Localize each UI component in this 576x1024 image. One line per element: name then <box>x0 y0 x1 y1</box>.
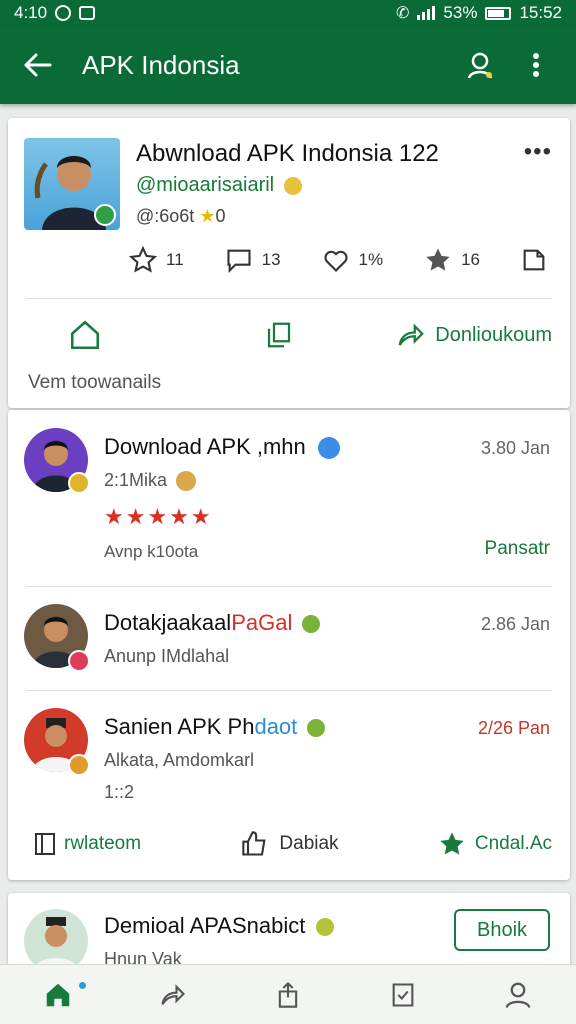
nav-home[interactable] <box>28 970 88 1020</box>
battery-icon <box>485 6 512 20</box>
profile-icon[interactable] <box>458 43 502 87</box>
list-item-title[interactable]: Download APK ,mhn <box>104 434 340 460</box>
verified-icon <box>317 437 340 460</box>
app-title: APK Indonsia <box>82 49 240 80</box>
nav-tasks[interactable] <box>373 970 433 1020</box>
more-options-icon[interactable]: ••• <box>524 138 552 166</box>
status-badge <box>68 650 90 672</box>
emoji-icon <box>176 471 197 492</box>
nav-upload[interactable] <box>258 970 318 1020</box>
view-all-link[interactable]: Vem toowanails <box>28 372 161 394</box>
follow-button[interactable]: Bhoik <box>454 909 550 951</box>
status-time-right: 15:52 <box>519 3 562 22</box>
emoji-icon <box>283 176 302 195</box>
app-header-card: Abwnload APK Indonsia 122 @mioaarisaiari… <box>8 118 570 408</box>
list-item-time: 2.86 Jan <box>480 614 550 634</box>
list-item-subtitle: Anunp IMdlahal <box>104 646 230 666</box>
upload-icon <box>278 981 298 1008</box>
list-item-title[interactable]: DotakjaakaalPaGal <box>104 610 321 636</box>
action-row: Donlioukoum <box>68 318 552 352</box>
share-arrow-icon <box>161 983 185 1005</box>
verified-badge-icon <box>94 204 116 226</box>
stats-row: 11 13 1% 16 <box>128 246 548 274</box>
list-item-time: 2/26 Pan <box>477 718 550 738</box>
rwlateom-button[interactable]: rwlateom <box>34 832 141 856</box>
list-item-extra: Avnp k10ota <box>104 542 199 561</box>
list-item-extra: 1::2 <box>104 782 135 802</box>
star-filled-icon <box>440 832 464 855</box>
back-arrow-icon[interactable] <box>18 45 58 85</box>
share-icon <box>523 249 545 271</box>
status-badge <box>68 472 90 494</box>
divider <box>26 298 552 299</box>
divider <box>26 690 552 691</box>
status-badge <box>68 754 90 776</box>
app-bar: APK Indonsia <box>0 26 576 104</box>
profile-icon <box>505 982 531 1008</box>
stat-stars[interactable]: 11 <box>128 246 184 274</box>
like-outline-icon <box>242 831 266 856</box>
star-filled-icon <box>426 248 450 271</box>
stat-share[interactable] <box>520 246 548 274</box>
list-actions-row: rwlateom Dabiak Cndal.Ac <box>34 830 552 858</box>
home-icon <box>46 983 69 1006</box>
app-handle: @mioaarisaiaril <box>136 174 302 197</box>
share-arrow-icon <box>398 323 425 346</box>
bottom-navigation <box>0 964 576 1024</box>
vibrate-icon: ✆ <box>396 5 410 22</box>
checklist-icon <box>392 982 414 1007</box>
emoji-icon <box>315 918 334 937</box>
download-action-button[interactable]: Donlioukoum <box>395 320 552 350</box>
divider <box>26 586 552 587</box>
home-action-button[interactable] <box>68 318 102 352</box>
app-meta: @:6o6t ★0 <box>136 206 226 226</box>
stat-favorites[interactable]: 16 <box>423 246 480 274</box>
copy-icon <box>267 322 290 348</box>
list-item-title[interactable]: Demioal APASnabict <box>104 913 334 939</box>
list-item-subtitle: Alkata, Amdomkarl <box>104 750 255 770</box>
emoji-icon <box>302 615 321 634</box>
list-item-title[interactable]: Sanien APK Phdaot <box>104 714 326 740</box>
nav-profile[interactable] <box>488 970 548 1020</box>
nav-share[interactable] <box>143 970 203 1020</box>
status-bar: 4:10 ✆ 53% 15:52 <box>0 0 576 26</box>
dabiak-button[interactable]: Dabiak <box>239 830 339 858</box>
signal-icon <box>417 6 436 20</box>
status-time-left: 4:10 <box>14 3 48 22</box>
emoji-icon <box>307 719 326 738</box>
list-card: Download APK ,mhn 3.80 Jan 2:1Mika ★★★★★… <box>8 410 570 880</box>
heart-outline-icon <box>323 250 348 272</box>
overflow-menu-icon[interactable] <box>514 43 558 87</box>
star-outline-icon <box>128 246 158 273</box>
comment-icon <box>227 249 251 274</box>
app-title-heading: Abwnload APK Indonsia 122 <box>136 140 439 167</box>
stat-likes[interactable]: 1% <box>321 246 383 274</box>
notification-icon <box>55 5 72 21</box>
star-icon: ★ <box>199 206 216 226</box>
app-notification-icon <box>79 6 96 20</box>
list-item-time: 3.80 Jan <box>480 438 550 458</box>
rating-stars: ★★★★★ <box>104 504 213 529</box>
list-item-subtitle: 2:1Mika <box>104 470 197 492</box>
notification-dot <box>78 981 86 989</box>
stat-comments[interactable]: 13 <box>224 246 281 274</box>
home-outline-icon <box>70 320 100 350</box>
book-icon <box>35 833 55 855</box>
pansatr-link[interactable]: Pansatr <box>485 538 550 560</box>
battery-percent: 53% <box>443 3 478 22</box>
copy-action-button[interactable] <box>264 318 294 352</box>
cndal-button[interactable]: Cndal.Ac <box>437 830 552 858</box>
